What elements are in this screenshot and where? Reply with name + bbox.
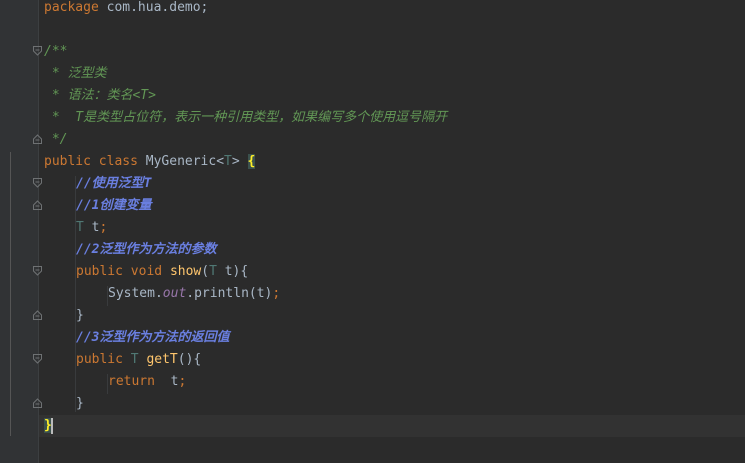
type-param: T (76, 220, 84, 235)
method-name: getT (146, 352, 178, 367)
doc-comment: /** (44, 44, 68, 59)
keyword: public (44, 154, 91, 169)
code-line[interactable]: public void show(T t){ (39, 261, 745, 283)
current-line[interactable]: } (39, 415, 745, 437)
keyword: public (76, 264, 123, 279)
field-decl: t (83, 220, 100, 235)
code-line[interactable]: //使用泛型T (39, 173, 745, 195)
code-line[interactable]: System.out.println(t); (39, 283, 745, 305)
close-brace: } (76, 396, 84, 411)
code-line[interactable]: * 泛型类 (39, 63, 745, 85)
line-comment: //1创建变量 (76, 198, 152, 213)
text-caret (50, 417, 53, 434)
close-brace: } (76, 308, 84, 323)
class-ref: System. (108, 286, 163, 301)
code-line[interactable]: T t; (39, 217, 745, 239)
code-line[interactable]: * T是类型占位符，表示一种引用类型，如果编写多个使用逗号隔开 (39, 107, 745, 129)
class-name: MyGeneric< (137, 154, 225, 169)
type-param: T (209, 264, 217, 279)
code-line[interactable]: return t; (39, 371, 745, 393)
code-editor[interactable]: package com.hua.demo; /** * 泛型类 * 语法：类名<… (10, 0, 745, 463)
matched-brace: { (247, 154, 256, 169)
semicolon: ; (178, 374, 187, 389)
code-line[interactable]: */ (39, 129, 745, 151)
line-comment: //使用泛型T (76, 176, 152, 191)
method-params: (){ (177, 352, 202, 367)
keyword: return (108, 374, 155, 389)
semicolon: ; (272, 286, 281, 301)
paren-open: ( (201, 264, 210, 279)
line-comment: //2泛型作为方法的参数 (76, 242, 217, 257)
code-line[interactable]: //2泛型作为方法的参数 (39, 239, 745, 261)
type-param: T (130, 352, 139, 367)
code-line[interactable]: public class MyGeneric<T> { (39, 151, 745, 173)
doc-comment: * T是类型占位符，表示一种引用类型，如果编写多个使用逗号隔开 (44, 110, 448, 125)
doc-comment: */ (44, 132, 68, 147)
line-comment: //3泛型作为方法的返回值 (76, 330, 230, 345)
static-field: out (162, 286, 187, 301)
semicolon: ; (99, 220, 108, 235)
method-call: .println(t) (186, 286, 273, 301)
keyword: public (76, 352, 123, 367)
return-value: t (154, 374, 179, 389)
code-line[interactable]: public T getT(){ (39, 349, 745, 371)
method-name: show (169, 264, 202, 279)
doc-comment: * 泛型类 (44, 66, 107, 81)
code-line[interactable]: } (39, 393, 745, 415)
keyword: class (98, 154, 138, 169)
code-line[interactable]: } (39, 305, 745, 327)
code-line[interactable]: /** (39, 41, 745, 63)
keyword: package (44, 0, 99, 15)
code-line[interactable]: //3泛型作为方法的返回值 (39, 327, 745, 349)
package-name: com.hua.demo; (98, 0, 209, 15)
keyword: void (130, 264, 163, 279)
scope-marker (10, 152, 11, 436)
angle-close: > (231, 154, 248, 169)
code-line[interactable]: package com.hua.demo; (39, 0, 745, 19)
editor-gutter[interactable] (0, 0, 38, 463)
doc-comment: * 语法：类名<T> (44, 88, 156, 103)
code-line[interactable]: * 语法：类名<T> (39, 85, 745, 107)
type-param: T (224, 154, 232, 169)
code-line[interactable]: //1创建变量 (39, 195, 745, 217)
method-params: t){ (216, 264, 249, 279)
